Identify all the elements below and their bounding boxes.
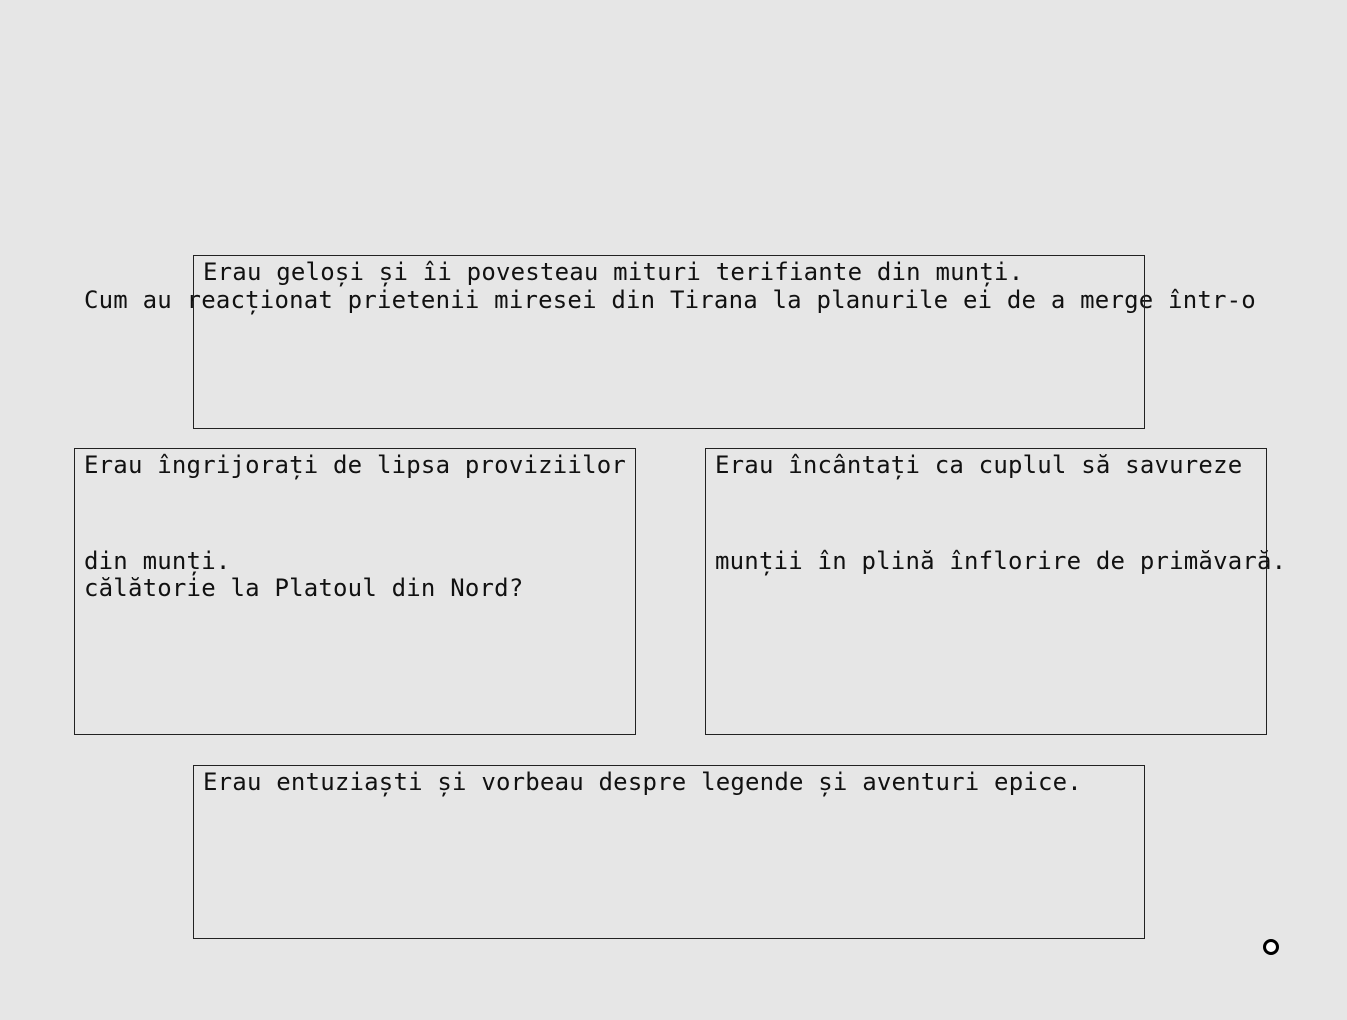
answer-option-b-line-2: din munți. (84, 547, 231, 575)
answer-option-c[interactable]: Erau încântați ca cuplul să savureze mun… (705, 448, 1286, 735)
answer-option-c-line-1: Erau încântați ca cuplul să savureze (715, 451, 1243, 479)
answer-option-a[interactable]: Erau geloși și îi povesteau mituri terif… (193, 255, 1145, 429)
answer-option-d[interactable]: Erau entuziaști și vorbeau despre legend… (193, 765, 1145, 939)
answer-option-a-line-1: Erau geloși și îi povesteau mituri terif… (203, 258, 1024, 286)
answer-option-d-line-1: Erau entuziaști și vorbeau despre legend… (203, 768, 1082, 796)
ring-icon[interactable] (1263, 939, 1279, 955)
answer-option-b[interactable]: Erau îngrijorați de lipsa proviziilor di… (74, 448, 636, 735)
answer-option-c-line-2: munții în plină înflorire de primăvară. (715, 547, 1287, 575)
answer-option-b-line-1: Erau îngrijorați de lipsa proviziilor (84, 451, 627, 479)
